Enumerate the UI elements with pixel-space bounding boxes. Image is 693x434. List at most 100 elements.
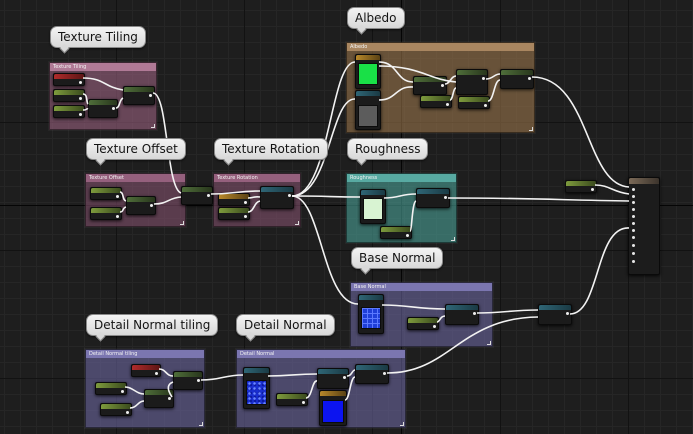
input-pin-icon[interactable] [632, 188, 635, 191]
node-scalar[interactable] [380, 226, 412, 239]
output-pin-icon[interactable] [343, 376, 346, 379]
node-texture-sample-blue[interactable] [319, 390, 347, 426]
input-pin-icon[interactable] [632, 229, 635, 232]
bubble-albedo[interactable]: Albedo [347, 7, 405, 29]
output-pin-icon[interactable] [528, 77, 531, 80]
bubble-roughness[interactable]: Roughness [347, 138, 429, 160]
resize-corner-icon[interactable] [199, 422, 203, 426]
node-scalar[interactable] [90, 207, 122, 220]
node-scalar[interactable] [407, 317, 439, 330]
output-pin-icon[interactable] [207, 194, 210, 197]
output-pin-icon[interactable] [244, 215, 247, 218]
node-rotator[interactable] [260, 186, 294, 209]
node-multiply[interactable] [123, 86, 155, 105]
comment-header: Texture Tiling [50, 63, 156, 71]
node-texture-sample-base-normal[interactable] [358, 294, 384, 334]
node-scalar[interactable] [53, 105, 85, 118]
output-pin-icon[interactable] [383, 372, 386, 375]
node-time[interactable] [218, 193, 250, 206]
node-multiply[interactable] [413, 76, 447, 95]
output-pin-icon[interactable] [112, 107, 115, 110]
node-scalar[interactable] [420, 95, 452, 108]
input-pin-icon[interactable] [632, 208, 635, 211]
bubble-texture-tiling[interactable]: Texture Tiling [50, 26, 146, 48]
output-pin-icon[interactable] [441, 84, 444, 87]
node-scalar[interactable] [95, 382, 127, 395]
bubble-texture-offset[interactable]: Texture Offset [86, 138, 186, 160]
output-pin-icon[interactable] [116, 215, 119, 218]
node-multiply[interactable] [416, 188, 450, 208]
input-pin-icon[interactable] [632, 215, 635, 218]
node-texture-sample-detail-normal[interactable] [243, 367, 270, 409]
resize-corner-icon[interactable] [451, 237, 455, 241]
node-texture-sample-mask[interactable] [355, 90, 381, 130]
resize-corner-icon[interactable] [487, 341, 491, 345]
resize-corner-icon[interactable] [529, 127, 533, 131]
output-pin-icon[interactable] [121, 390, 124, 393]
node-scalar-metallic[interactable] [565, 180, 597, 193]
node-texture-sample-roughness[interactable] [360, 189, 386, 224]
bubble-detail-normal[interactable]: Detail Normal [236, 314, 335, 336]
node-append[interactable] [126, 196, 156, 215]
resize-corner-icon[interactable] [400, 422, 404, 426]
input-pin-icon[interactable] [632, 252, 635, 255]
output-pin-icon[interactable] [444, 196, 447, 199]
node-multiply[interactable] [173, 371, 203, 390]
node-multiply[interactable] [355, 364, 389, 384]
output-pin-icon[interactable] [406, 234, 409, 237]
node-multiply[interactable] [500, 69, 534, 89]
output-pin-icon[interactable] [126, 411, 129, 414]
node-scalar[interactable] [218, 207, 250, 220]
input-pin-icon[interactable] [632, 222, 635, 225]
output-pin-icon[interactable] [482, 77, 485, 80]
output-pin-icon[interactable] [116, 195, 119, 198]
node-scalar[interactable] [458, 96, 490, 109]
input-pin-icon[interactable] [632, 244, 635, 247]
output-pin-icon[interactable] [155, 372, 158, 375]
node-scalar[interactable] [53, 89, 85, 102]
output-pin-icon[interactable] [473, 312, 476, 315]
node-blend-normals[interactable] [538, 304, 572, 325]
input-pin-icon[interactable] [632, 201, 635, 204]
resize-corner-icon[interactable] [180, 221, 184, 225]
input-pin-icon[interactable] [632, 236, 635, 239]
output-pin-icon[interactable] [149, 94, 152, 97]
node-add[interactable] [181, 186, 213, 205]
node-scalar[interactable] [90, 187, 122, 200]
input-pin-icon[interactable] [632, 195, 635, 198]
input-pin-icon[interactable] [632, 260, 635, 263]
output-pin-icon[interactable] [446, 103, 449, 106]
bubble-texture-rotation[interactable]: Texture Rotation [214, 138, 328, 160]
node-lerp[interactable] [456, 69, 488, 95]
output-pin-icon[interactable] [244, 201, 247, 204]
node-texture-sample-albedo[interactable] [355, 54, 381, 89]
node-append[interactable] [88, 99, 118, 118]
output-pin-icon[interactable] [79, 113, 82, 116]
node-constant-red[interactable] [53, 73, 85, 86]
output-pin-icon[interactable] [433, 325, 436, 328]
comment-header: Detail Normal [237, 350, 405, 358]
output-pin-icon[interactable] [197, 379, 200, 382]
output-pin-icon[interactable] [150, 204, 153, 207]
output-pin-icon[interactable] [168, 397, 171, 400]
output-pin-icon[interactable] [288, 194, 291, 197]
bubble-base-normal[interactable]: Base Normal [351, 247, 444, 269]
output-pin-icon[interactable] [79, 81, 82, 84]
resize-corner-icon[interactable] [295, 221, 299, 225]
texture-preview-detail-normal [246, 380, 267, 405]
output-pin-icon[interactable] [591, 188, 594, 191]
node-constant-red[interactable] [131, 364, 161, 377]
material-output-node[interactable] [628, 177, 660, 275]
output-pin-icon[interactable] [302, 401, 305, 404]
output-pin-icon[interactable] [566, 312, 569, 315]
node-scalar[interactable] [276, 393, 308, 406]
output-pin-icon[interactable] [79, 97, 82, 100]
output-pin-icon[interactable] [484, 104, 487, 107]
node-scalar[interactable] [100, 403, 132, 416]
resize-corner-icon[interactable] [151, 124, 155, 128]
node-flatten-normal[interactable] [317, 368, 349, 389]
bubble-detail-normal-tiling[interactable]: Detail Normal tiling [86, 314, 219, 336]
node-flatten-normal[interactable] [445, 304, 479, 325]
texture-preview-normal-grid [361, 307, 381, 329]
node-append[interactable] [144, 389, 174, 408]
